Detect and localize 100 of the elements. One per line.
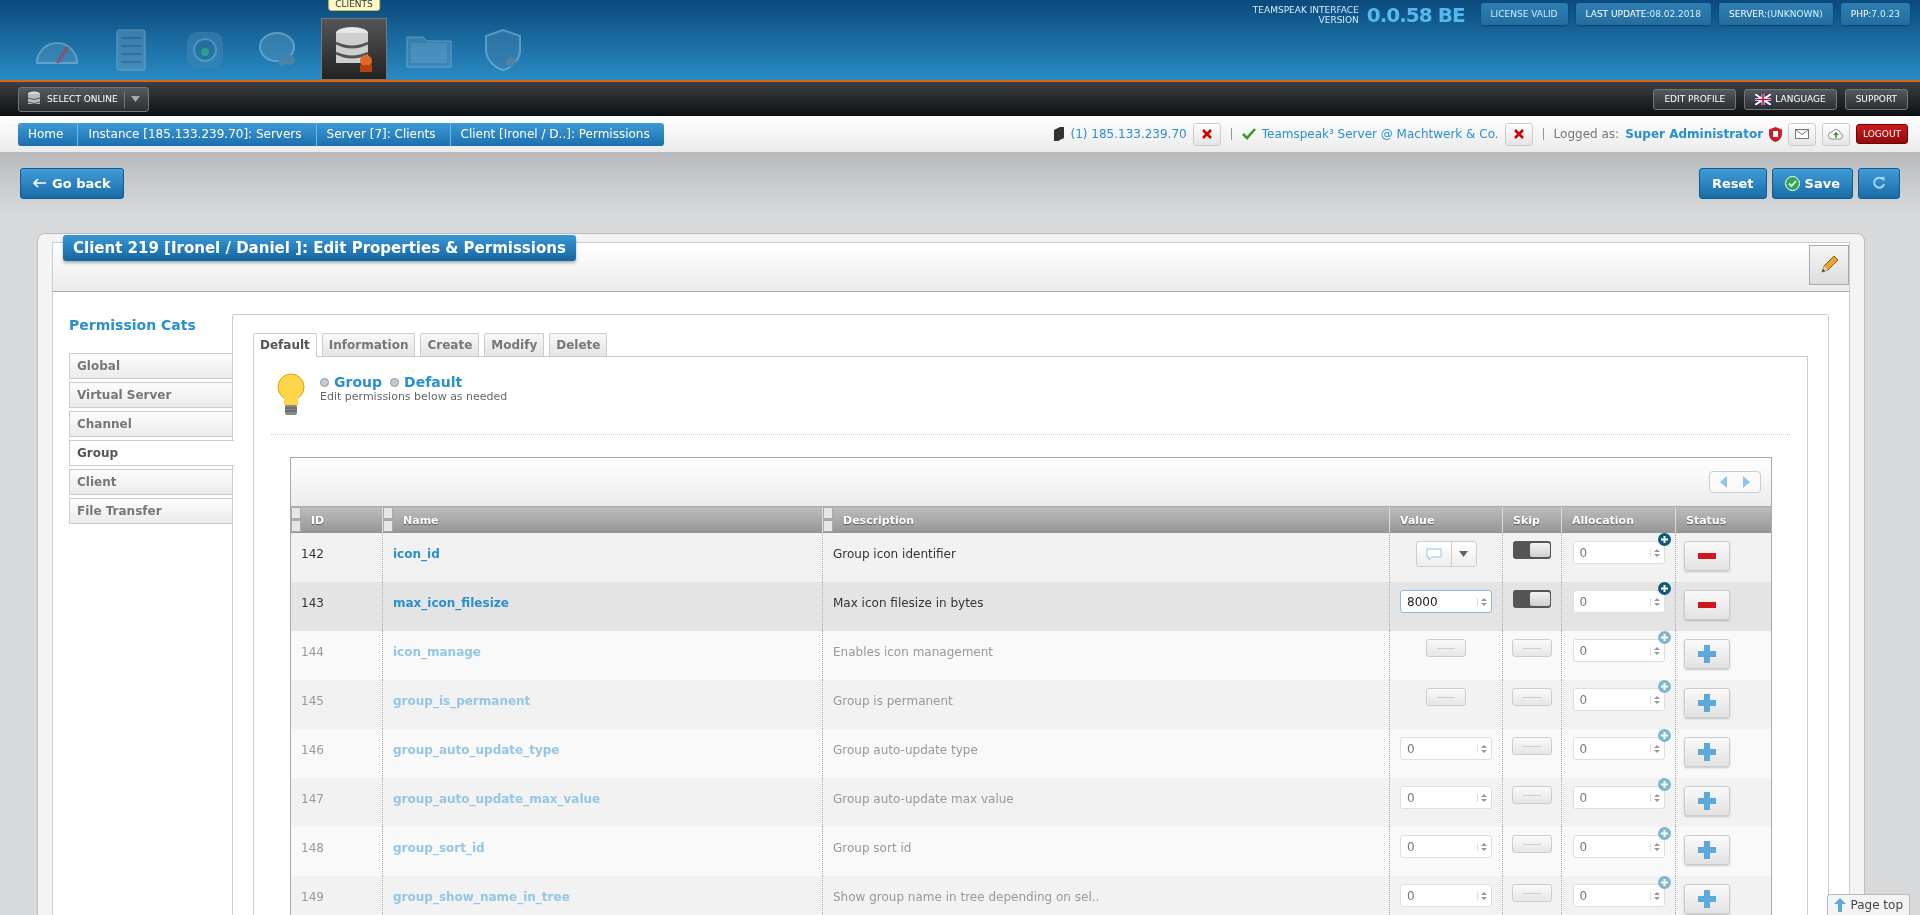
category-item[interactable]: Virtual Server: [69, 382, 233, 408]
sort-control[interactable]: [823, 507, 833, 533]
breadcrumb-link[interactable]: Server [7]: Clients: [316, 122, 451, 146]
tab[interactable]: Delete: [549, 333, 608, 356]
allocation-field[interactable]: 0: [1572, 590, 1665, 613]
user-link[interactable]: Super Administrator: [1625, 127, 1764, 141]
allocation-field[interactable]: 0: [1572, 639, 1665, 662]
add-button[interactable]: [1684, 835, 1730, 865]
tab[interactable]: Modify: [484, 333, 545, 356]
add-button[interactable]: [1684, 786, 1730, 816]
table-row[interactable]: 143 max_icon_filesize Max icon filesize in bytes 8000 0: [291, 582, 1771, 631]
permission-id: 147: [301, 792, 324, 806]
toggle-switch[interactable]: [1426, 639, 1466, 657]
info-hint: Edit permissions below as needed: [320, 390, 508, 403]
skip-switch[interactable]: [1512, 786, 1552, 804]
tab[interactable]: Default: [253, 333, 317, 357]
spinner-icon: [1649, 793, 1660, 802]
disconnect-button[interactable]: [1504, 122, 1533, 146]
flag-icon: [1755, 93, 1772, 105]
allocation-field[interactable]: 0: [1572, 737, 1665, 760]
allocation-field[interactable]: 0: [1572, 688, 1665, 711]
arrow-left-icon: [33, 178, 47, 188]
table-row[interactable]: 146 group_auto_update_type Group auto-update type 0 0: [291, 729, 1771, 778]
allocation-field[interactable]: 0: [1572, 884, 1665, 907]
group-link[interactable]: Group: [334, 374, 382, 390]
tab[interactable]: Information: [321, 333, 416, 356]
skip-switch[interactable]: [1512, 835, 1552, 853]
plus-icon: [1698, 694, 1716, 712]
category-item[interactable]: Channel: [69, 411, 233, 437]
add-button[interactable]: [1684, 737, 1730, 767]
permission-id: 143: [301, 596, 324, 610]
bullet-icon: [390, 377, 399, 387]
sidebar-heading: Permission Cats: [69, 317, 197, 333]
mail-button[interactable]: [1788, 122, 1817, 146]
number-field[interactable]: 0: [1400, 786, 1492, 809]
number-field[interactable]: 8000: [1400, 590, 1492, 613]
table-row[interactable]: 149 group_show_name_in_tree Show group name in tree depending on sel.. 0 0: [291, 876, 1771, 915]
plus-circle-icon[interactable]: [1658, 582, 1671, 595]
add-button[interactable]: [1684, 639, 1730, 669]
server-link[interactable]: Teamspeak³ Server @ Machtwerk & Co.: [1261, 127, 1499, 141]
server-icon: [114, 28, 148, 72]
skip-switch[interactable]: [1512, 639, 1552, 657]
table-row[interactable]: 142 icon_id Group icon identifier 0: [291, 533, 1771, 582]
skip-switch[interactable]: [1512, 688, 1552, 706]
category-item[interactable]: Group: [69, 440, 234, 466]
instance-link[interactable]: (1) 185.133.239.70: [1070, 127, 1187, 141]
number-field[interactable]: 0: [1400, 884, 1492, 907]
allocation-field[interactable]: 0: [1572, 541, 1665, 564]
number-field[interactable]: 0: [1400, 835, 1492, 858]
sort-control[interactable]: [383, 507, 393, 533]
remove-button[interactable]: [1684, 590, 1730, 620]
allocation-field[interactable]: 0: [1572, 835, 1665, 858]
nav-button[interactable]: LANGUAGE: [1744, 88, 1837, 110]
toggle-switch[interactable]: [1426, 688, 1466, 706]
disconnect-button[interactable]: [1192, 122, 1221, 146]
add-button[interactable]: [1684, 688, 1730, 718]
category-item[interactable]: Global: [69, 353, 233, 379]
plus-circle-icon[interactable]: [1658, 533, 1671, 546]
allocation-field[interactable]: 0: [1572, 786, 1665, 809]
save-button[interactable]: Save: [1771, 167, 1853, 199]
pager-control[interactable]: [1709, 471, 1761, 493]
logout-button[interactable]: LOGOUT: [1856, 124, 1908, 144]
column-header[interactable]: Status: [1676, 507, 1738, 533]
table-row[interactable]: 145 group_is_permanent Group is permanent 0: [291, 680, 1771, 729]
number-field[interactable]: 0: [1400, 737, 1492, 760]
permission-description: Max icon filesize in bytes: [833, 596, 984, 610]
category-item[interactable]: Client: [69, 469, 233, 495]
breadcrumb-link[interactable]: Instance [185.133.239.70]: Servers: [78, 122, 317, 146]
skip-switch[interactable]: [1513, 541, 1551, 559]
icon-select[interactable]: [1415, 541, 1477, 567]
skip-switch[interactable]: [1512, 884, 1552, 902]
cloud-upload-button[interactable]: [1822, 122, 1851, 146]
cloud-upload-icon: [1828, 128, 1845, 140]
status-badge: LAST UPDATE:08.02.2018: [1575, 3, 1711, 25]
skip-switch[interactable]: [1512, 737, 1552, 755]
page-top-button[interactable]: Page top: [1827, 894, 1910, 915]
breadcrumb-link[interactable]: Client [Ironel / D..]: Permissions: [450, 122, 664, 146]
category-item[interactable]: File Transfer: [69, 498, 233, 524]
select-online-dropdown[interactable]: SELECT ONLINE: [18, 86, 149, 112]
table-row[interactable]: 148 group_sort_id Group sort id 0 0: [291, 827, 1771, 876]
permission-name[interactable]: max_icon_filesize: [393, 596, 509, 610]
back-button[interactable]: Go back: [20, 167, 124, 199]
refresh-button[interactable]: [1858, 167, 1900, 199]
reset-button[interactable]: Reset: [1698, 167, 1767, 199]
breadcrumb-link[interactable]: Home: [18, 122, 79, 146]
shield-users-icon: [483, 28, 523, 72]
edit-button[interactable]: [1809, 245, 1849, 285]
plus-icon: [1698, 841, 1716, 859]
nav-button[interactable]: SUPPORT: [1844, 88, 1908, 110]
remove-button[interactable]: [1684, 541, 1730, 571]
table-row[interactable]: 144 icon_manage Enables icon management 0: [291, 631, 1771, 680]
sort-control[interactable]: [291, 507, 301, 533]
add-button[interactable]: [1684, 884, 1730, 914]
default-link[interactable]: Default: [404, 374, 463, 390]
tab[interactable]: Create: [420, 333, 480, 356]
skip-switch[interactable]: [1513, 590, 1551, 608]
nav-button[interactable]: EDIT PROFILE: [1653, 88, 1737, 110]
permission-name[interactable]: icon_id: [393, 547, 440, 561]
table-row[interactable]: 147 group_auto_update_max_value Group auto-update max value 0 0: [291, 778, 1771, 827]
spinner-icon: [1649, 744, 1660, 753]
